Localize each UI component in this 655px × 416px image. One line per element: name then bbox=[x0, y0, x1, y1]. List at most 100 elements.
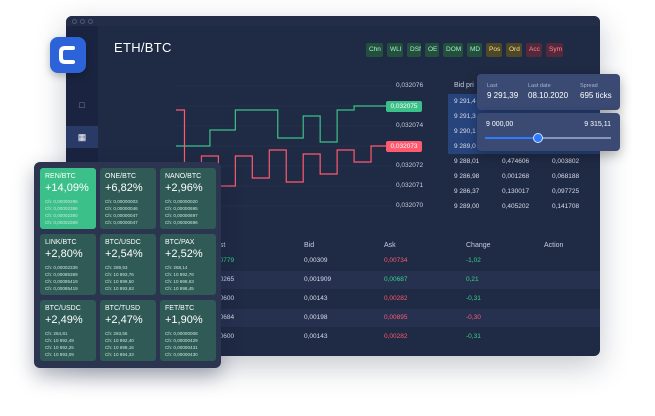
spread-value: 695 ticks bbox=[580, 91, 612, 100]
bid-price: 9 289,0 bbox=[454, 143, 476, 150]
price-range-slider[interactable]: 9 000,00 9 315,11 bbox=[477, 113, 620, 151]
bid-cell: 0,00143 bbox=[304, 295, 328, 302]
heatmap-tile[interactable]: LINK/BTC +2,80% Ch: 0,00002339 Ch: 0,000853… bbox=[40, 234, 96, 295]
tile-detail-line: Ch: 10 894,33 bbox=[105, 352, 134, 357]
tile-change-percent: +2,52% bbox=[165, 248, 203, 260]
table-row[interactable]: 002650,0019090,006870,21Chart bbox=[216, 271, 600, 289]
last-value: 9 291,39 bbox=[487, 91, 519, 100]
bid-quantity: 0,405202 bbox=[502, 203, 530, 210]
orderbook-header: Bid pri bbox=[454, 82, 474, 89]
table-row[interactable]: 006000,001430,00282-0,31Chart bbox=[216, 328, 600, 346]
tile-detail-line: Ch: 10 892,40 bbox=[105, 338, 134, 343]
tile-pair-name: REN/BTC bbox=[45, 173, 76, 180]
tile-pair-name: BTC/USDC bbox=[45, 305, 81, 312]
change-cell: 0,21 bbox=[466, 276, 479, 283]
tile-detail-line: Ch: 0,00000047 bbox=[105, 220, 138, 225]
bid-price: 9 291,3 bbox=[454, 113, 476, 120]
change-cell: -0,30 bbox=[466, 314, 481, 321]
heatmap-tile[interactable]: BTC/PAX +2,52% Ch: 268,14 Ch: 10 892,76 Ch: … bbox=[160, 234, 216, 295]
tile-detail-line: Ch: 0,00000047 bbox=[105, 213, 138, 218]
tile-detail-line: Ch: 0,00000431 bbox=[165, 345, 198, 350]
bid-quantity: 0,474606 bbox=[502, 158, 530, 165]
bid-cell: 0,00309 bbox=[304, 257, 328, 264]
tile-change-percent: +2,96% bbox=[165, 182, 203, 194]
heatmap-tile[interactable]: REN/BTC +14,09% Ch: 0,00000295 Ch: 0,000023… bbox=[40, 168, 96, 229]
column-header-change: Change bbox=[466, 242, 491, 249]
tile-detail-line: Ch: 10 892,49 bbox=[45, 338, 74, 343]
current-ask-marker: 0,032075 bbox=[386, 101, 422, 112]
app-logo[interactable] bbox=[50, 37, 86, 73]
slider-handle[interactable] bbox=[532, 133, 543, 143]
heatmap-tile[interactable]: NANO/BTC +2,96% Ch: 0,00000020 Ch: 0,000006… bbox=[160, 168, 216, 229]
tile-detail-line: Ch: 10 898,45 bbox=[165, 286, 194, 291]
tile-detail-line: Ch: 10 893,63 bbox=[105, 286, 134, 291]
tile-detail-line: Ch: 0,00002380 bbox=[45, 213, 78, 218]
bid-price: 9 288,01 bbox=[454, 158, 480, 165]
tile-detail-line: Ch: 0,00000046 bbox=[105, 206, 138, 211]
tile-pair-name: ONE/BTC bbox=[105, 173, 137, 180]
tile-pair-name: BTC/TUSD bbox=[105, 305, 140, 312]
stage: □ ▦ ▣ ETH/BTC ChnWLIDSfOEDOMMDPosOrdAccS… bbox=[0, 0, 655, 416]
y-tick-label: 0,032072 bbox=[396, 162, 424, 169]
tile-change-percent: +14,09% bbox=[45, 182, 89, 194]
ask-cell: 0,00282 bbox=[384, 295, 408, 302]
ask-cell: 0,00282 bbox=[384, 333, 408, 340]
table-row[interactable]: 007790,003090,00734-1,02Chart bbox=[216, 252, 600, 270]
tile-pair-name: BTC/PAX bbox=[165, 239, 195, 246]
tile-change-percent: +1,90% bbox=[165, 314, 203, 326]
tile-pair-name: BTC/USDC bbox=[105, 239, 141, 246]
current-bid-marker: 0,032073 bbox=[386, 141, 422, 152]
tile-detail-line: Ch: 10 898,16 bbox=[105, 345, 134, 350]
tile-detail-line: Ch: 0,00000008 bbox=[165, 331, 198, 336]
tile-detail-line: Ch: 264,81 bbox=[45, 331, 68, 336]
tile-detail-line: Ch: 0,00085419 bbox=[45, 286, 78, 291]
tile-detail-line: Ch: 10 893,09 bbox=[45, 352, 74, 357]
tile-detail-line: Ch: 268,14 bbox=[165, 265, 188, 270]
table-row[interactable]: 006840,001980,00895-0,30Chart bbox=[216, 309, 600, 327]
bid-price: 9 291,4 bbox=[454, 98, 476, 105]
heatmap-tile[interactable]: BTC/USDC +2,54% Ch: 269,53 Ch: 10 893,76 Ch:… bbox=[100, 234, 156, 295]
bid-quantity: 0,130017 bbox=[502, 188, 530, 195]
tile-change-percent: +2,47% bbox=[105, 314, 143, 326]
bid-total: 0,097725 bbox=[552, 188, 580, 195]
tile-detail-line: Ch: 0,00000020 bbox=[165, 199, 198, 204]
tile-change-percent: +6,82% bbox=[105, 182, 143, 194]
tile-pair-name: LINK/BTC bbox=[45, 239, 77, 246]
orderbook-row[interactable]: 9 286,98 0,001268 0,068188 bbox=[448, 169, 600, 184]
heatmap-tile[interactable]: ONE/BTC +6,82% Ch: 0,00000003 Ch: 0,0000004… bbox=[100, 168, 156, 229]
last-date-label: Last date bbox=[528, 83, 551, 89]
tile-change-percent: +2,80% bbox=[45, 248, 83, 260]
heatmap-tile[interactable]: BTC/USDC +2,49% Ch: 264,81 Ch: 10 892,49 Ch:… bbox=[40, 300, 96, 361]
tile-detail-line: Ch: 0,00000430 bbox=[165, 352, 198, 357]
tile-detail-line: Ch: 0,00000697 bbox=[165, 213, 198, 218]
bid-price: 9 289,00 bbox=[454, 203, 480, 210]
orderbook-row[interactable]: 9 286,37 0,130017 0,097725 bbox=[448, 184, 600, 199]
heatmap-tile[interactable]: BTC/TUSD +2,47% Ch: 263,55 Ch: 10 892,40 Ch:… bbox=[100, 300, 156, 361]
tile-detail-line: Ch: 10 893,76 bbox=[105, 272, 134, 277]
tile-detail-line: Ch: 0,00085369 bbox=[45, 272, 78, 277]
tile-detail-line: Ch: 10 898,63 bbox=[165, 279, 194, 284]
tile-detail-line: Ch: 10 899,50 bbox=[105, 279, 134, 284]
tile-detail-line: Ch: 0,00002386 bbox=[45, 206, 78, 211]
heatmap-tile[interactable]: FET/BTC +1,90% Ch: 0,00000008 Ch: 0,0000042… bbox=[160, 300, 216, 361]
bid-price: 9 290,1 bbox=[454, 128, 476, 135]
bid-total: 0,068188 bbox=[552, 173, 580, 180]
bid-cell: 0,001909 bbox=[304, 276, 332, 283]
tile-change-percent: +2,49% bbox=[45, 314, 83, 326]
slider-track[interactable] bbox=[485, 133, 611, 143]
logo-c-icon bbox=[59, 46, 75, 64]
orderbook-row[interactable]: 9 289,00 0,405202 0,141708 bbox=[448, 199, 600, 214]
tile-detail-line: Ch: 269,53 bbox=[105, 265, 128, 270]
tile-detail-line: Ch: 263,55 bbox=[105, 331, 128, 336]
bid-total: 0,141708 bbox=[552, 203, 580, 210]
tile-pair-name: NANO/BTC bbox=[165, 173, 202, 180]
orderbook-row[interactable]: 9 288,01 0,474606 0,003802 bbox=[448, 154, 600, 169]
tile-detail-line: Ch: 0,00002369 bbox=[45, 220, 78, 225]
tile-detail-line: Ch: 0,00000695 bbox=[165, 206, 198, 211]
column-header-bid: Bid bbox=[304, 242, 315, 249]
y-tick-label: 0,032071 bbox=[396, 182, 424, 189]
slider-min-value: 9 000,00 bbox=[486, 121, 514, 128]
bid-cell: 0,00143 bbox=[304, 333, 328, 340]
bid-total: 0,003802 bbox=[552, 158, 580, 165]
table-row[interactable]: 006000,001430,00282-0,31Chart bbox=[216, 290, 600, 308]
